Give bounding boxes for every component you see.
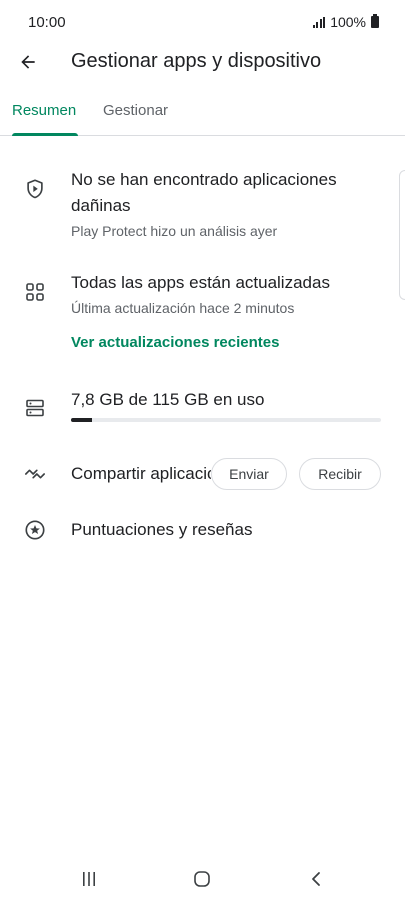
recent-updates-link[interactable]: Ver actualizaciones recientes	[71, 334, 279, 351]
send-button[interactable]: Enviar	[211, 458, 287, 490]
storage-progress-bar	[71, 418, 381, 422]
tab-summary[interactable]: Resumen	[12, 102, 76, 119]
battery-percent: 100%	[330, 14, 366, 30]
storage-progress-fill	[71, 418, 93, 422]
storage-icon	[24, 397, 46, 419]
home-icon	[194, 871, 210, 887]
shield-play-icon	[24, 178, 46, 200]
app-bar: Gestionar apps y dispositivo	[0, 40, 405, 84]
recents-button[interactable]	[74, 868, 104, 890]
recents-icon	[83, 872, 95, 886]
receive-button[interactable]: Recibir	[299, 458, 381, 490]
status-indicators: 100%	[312, 14, 379, 30]
system-nav-bar	[0, 858, 405, 902]
tab-manage[interactable]: Gestionar	[103, 102, 168, 119]
storage-label: 7,8 GB de 115 GB en uso	[71, 390, 265, 409]
battery-icon	[371, 14, 379, 28]
nearby-share-icon	[24, 463, 46, 485]
page-title: Gestionar apps y dispositivo	[71, 50, 322, 72]
back-button[interactable]	[14, 48, 42, 76]
status-time: 10:00	[28, 14, 66, 31]
signal-icon	[312, 16, 326, 28]
tab-indicator	[12, 133, 78, 136]
play-protect-title: No se han encontrado aplicaciones dañina…	[71, 170, 337, 215]
updates-subtitle: Última actualización hace 2 minutos	[71, 300, 295, 316]
arrow-back-icon	[21, 55, 35, 69]
nav-back-button[interactable]	[301, 868, 331, 890]
ratings-label: Puntuaciones y reseñas	[71, 520, 253, 539]
apps-grid-icon	[24, 281, 46, 303]
tab-bar: Resumen Gestionar	[0, 88, 405, 136]
star-circle-icon	[24, 519, 46, 541]
home-button[interactable]	[187, 868, 217, 890]
scroll-indicator	[399, 170, 405, 300]
status-bar: 10:00 100%	[0, 0, 405, 44]
share-apps-label: Compartir aplicaciones	[71, 464, 211, 483]
nav-back-icon	[312, 872, 320, 886]
updates-title: Todas las apps están actualizadas	[71, 273, 330, 292]
play-protect-subtitle: Play Protect hizo un análisis ayer	[71, 223, 278, 239]
